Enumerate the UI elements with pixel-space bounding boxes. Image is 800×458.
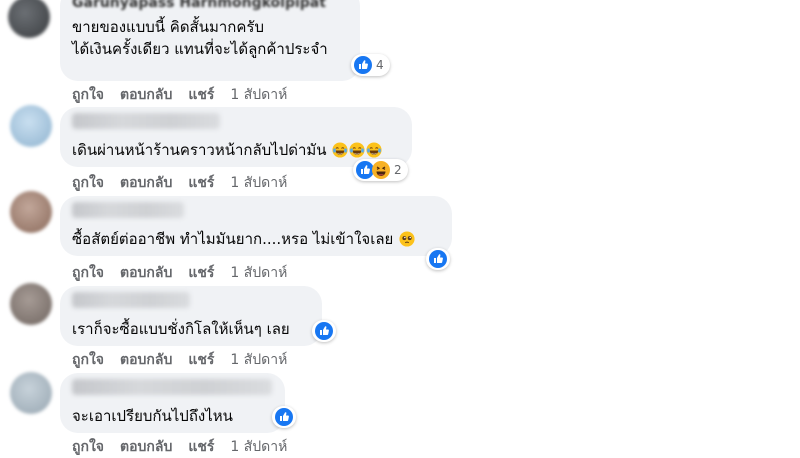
haha-icon [372, 161, 390, 179]
comment-5: จะเอาเปรียบกันไปถึงไหน ถูกใจ ตอบกลับ แชร… [0, 370, 800, 455]
comment-actions: ถูกใจ ตอบกลับ แชร์ 1 สัปดาห์ [72, 436, 287, 458]
comment-3: ซื้อสัตย์ต่ออาชีพ ทำไมมันยาก....หรอ ไม่เ… [0, 191, 800, 285]
comment-text-line-2: ได้เงินครั้งเดียว แทนที่จะได้ลูกค้าประจำ [72, 40, 328, 58]
like-icon [275, 408, 293, 426]
reaction-summary[interactable] [426, 248, 450, 270]
like-button[interactable]: ถูกใจ [72, 84, 104, 106]
comment-author-redacted[interactable] [72, 292, 190, 308]
comment-text-body: เดินผ่านหน้าร้านคราวหน้ากลับไปด่ามัน [72, 141, 327, 159]
comment-timestamp[interactable]: 1 สัปดาห์ [230, 349, 287, 371]
comment-actions: ถูกใจ ตอบกลับ แชร์ 1 สัปดาห์ [72, 262, 287, 284]
comment-4: เราก็จะซื้อแบบชั่งกิโลให้เห็นๆ เลย ถูกใจ… [0, 283, 800, 371]
comment-text: เราก็จะซื้อแบบชั่งกิโลให้เห็นๆ เลย [72, 318, 310, 340]
comment-actions: ถูกใจ ตอบกลับ แชร์ 1 สัปดาห์ [72, 349, 287, 371]
comment-actions: ถูกใจ ตอบกลับ แชร์ 1 สัปดาห์ [72, 172, 287, 194]
comment-bubble: เราก็จะซื้อแบบชั่งกิโลให้เห็นๆ เลย [60, 286, 322, 346]
comment-timestamp[interactable]: 1 สัปดาห์ [230, 262, 287, 284]
laughing-face-icon [349, 142, 365, 158]
like-button[interactable]: ถูกใจ [72, 262, 104, 284]
avatar[interactable] [10, 283, 52, 325]
laughing-face-icon [332, 142, 348, 158]
avatar[interactable] [10, 372, 52, 414]
comment-actions: ถูกใจ ตอบกลับ แชร์ 1 สัปดาห์ [72, 84, 287, 106]
avatar[interactable] [10, 191, 52, 233]
reaction-summary[interactable]: 2 [353, 159, 408, 181]
reaction-count: 4 [376, 58, 384, 72]
share-button[interactable]: แชร์ [188, 172, 214, 194]
reply-button[interactable]: ตอบกลับ [120, 172, 172, 194]
like-button[interactable]: ถูกใจ [72, 349, 104, 371]
laughing-face-icon [366, 142, 382, 158]
share-button[interactable]: แชร์ [188, 436, 214, 458]
comment-bubble: เดินผ่านหน้าร้านคราวหน้ากลับไปด่ามัน [60, 107, 412, 167]
comment-2: เดินผ่านหน้าร้านคราวหน้ากลับไปด่ามัน 2 ถ… [0, 105, 800, 193]
reply-button[interactable]: ตอบกลับ [120, 84, 172, 106]
like-button[interactable]: ถูกใจ [72, 172, 104, 194]
like-icon [315, 322, 333, 340]
reaction-summary[interactable] [312, 320, 336, 342]
comment-text: จะเอาเปรียบกันไปถึงไหน [72, 405, 273, 427]
share-button[interactable]: แชร์ [188, 84, 214, 106]
comment-1: Garunyapass Harnmongkolpipat ขายของแบบนี… [0, 0, 800, 105]
comment-text-body: จะเอาเปรียบกันไปถึงไหน [72, 407, 233, 425]
comment-bubble: Garunyapass Harnmongkolpipat ขายของแบบนี… [60, 0, 360, 81]
like-button[interactable]: ถูกใจ [72, 436, 104, 458]
like-icon [354, 56, 372, 74]
reply-button[interactable]: ตอบกลับ [120, 349, 172, 371]
reaction-summary[interactable] [272, 406, 296, 428]
comment-bubble: จะเอาเปรียบกันไปถึงไหน [60, 373, 285, 433]
avatar[interactable] [10, 105, 52, 147]
comment-text-line-1: ขายของแบบนี้ คิดสั้นมากครับ [72, 18, 264, 36]
comment-bubble: ซื้อสัตย์ต่ออาชีพ ทำไมมันยาก....หรอ ไม่เ… [60, 196, 452, 256]
reaction-count: 2 [394, 163, 402, 177]
comment-timestamp[interactable]: 1 สัปดาห์ [230, 436, 287, 458]
comment-author-redacted[interactable] [72, 113, 220, 129]
avatar[interactable] [8, 0, 50, 38]
share-button[interactable]: แชร์ [188, 349, 214, 371]
comment-timestamp[interactable]: 1 สัปดาห์ [230, 172, 287, 194]
pleading-face-icon [399, 231, 415, 247]
reply-button[interactable]: ตอบกลับ [120, 262, 172, 284]
share-button[interactable]: แชร์ [188, 262, 214, 284]
comment-text: ซื้อสัตย์ต่ออาชีพ ทำไมมันยาก....หรอ ไม่เ… [72, 228, 440, 250]
reply-button[interactable]: ตอบกลับ [120, 436, 172, 458]
reaction-summary[interactable]: 4 [351, 54, 390, 76]
comment-text-body: ซื้อสัตย์ต่ออาชีพ ทำไมมันยาก....หรอ ไม่เ… [72, 230, 394, 248]
comment-timestamp[interactable]: 1 สัปดาห์ [230, 84, 287, 106]
comment-text: เดินผ่านหน้าร้านคราวหน้ากลับไปด่ามัน [72, 139, 400, 161]
comment-author[interactable]: Garunyapass Harnmongkolpipat [72, 0, 348, 12]
comment-author-redacted[interactable] [72, 202, 184, 218]
comment-text-body: เราก็จะซื้อแบบชั่งกิโลให้เห็นๆ เลย [72, 320, 290, 338]
comment-author-redacted[interactable] [72, 379, 272, 395]
like-icon [429, 250, 447, 268]
